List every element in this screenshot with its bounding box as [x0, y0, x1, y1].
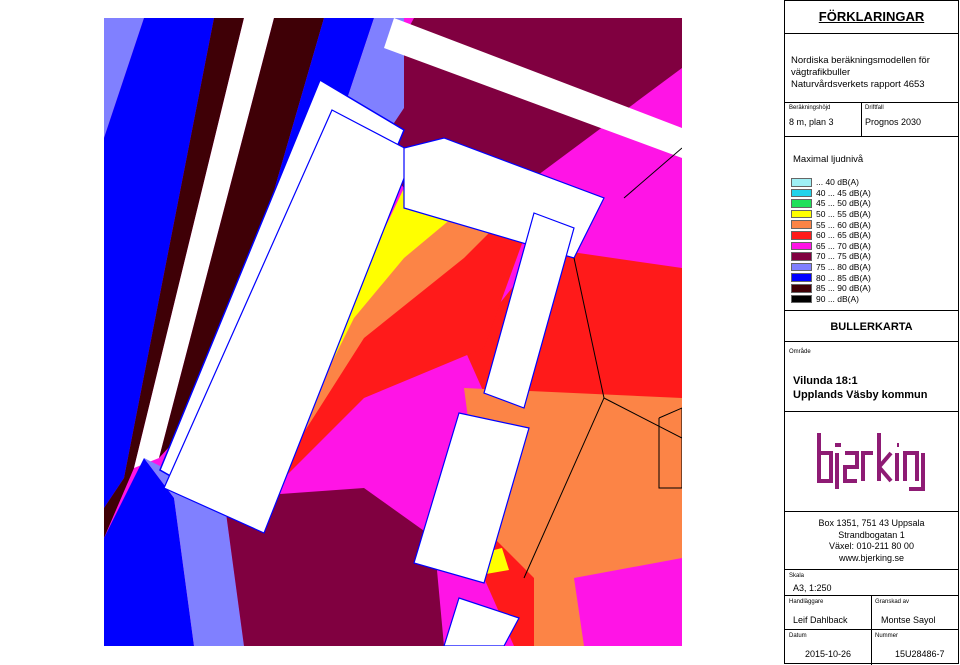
legend-panel: FÖRKLARINGAR Nordiska beräkningsmodellen…: [784, 0, 959, 665]
legend-swatch: [791, 178, 812, 187]
address-line: Växel: 010-211 80 00: [829, 541, 914, 551]
legend-swatch: [791, 294, 812, 304]
legend-swatch: [791, 283, 812, 293]
legend-label: 55 ... 60 dB(A): [816, 219, 871, 230]
model-line: Nordiska beräkningsmodellen för: [791, 55, 930, 66]
number-label: Nummer: [875, 633, 899, 639]
address-line: Box 1351, 751 43 Uppsala: [818, 518, 925, 528]
date-label: Datum: [789, 633, 807, 639]
legend-item: 65 ... 70 dB(A): [791, 241, 871, 252]
legend-label: 80 ... 85 dB(A): [816, 272, 871, 283]
legend-swatch: [791, 199, 812, 208]
handler-label: Handläggare: [789, 599, 824, 605]
area-line: Vilunda 18:1: [793, 375, 858, 387]
address-line: Strandbogatan 1: [838, 529, 905, 540]
company-address: Box 1351, 751 43 Uppsala Strandbogatan 1…: [785, 518, 958, 564]
legend-item: 90 ... dB(A): [791, 294, 871, 305]
scale-value: A3, 1:250: [793, 583, 832, 593]
legend-swatch: [791, 273, 812, 282]
divider: [785, 310, 958, 311]
divider: [785, 629, 958, 630]
legend-label: 65 ... 70 dB(A): [816, 240, 871, 251]
legend-label: ... 40 dB(A): [816, 177, 859, 188]
legend-label: 85 ... 90 dB(A): [816, 283, 871, 294]
calc-height-label: Beräkningshöjd: [789, 105, 831, 111]
scale-label: Skala: [789, 573, 805, 579]
divider: [861, 102, 862, 136]
map-title: BULLERKARTA: [830, 321, 913, 333]
reviewer-value: Montse Sayol: [881, 615, 936, 625]
model-line: Naturvårdsverkets rapport 4653: [791, 79, 925, 90]
legend-label: 75 ... 80 dB(A): [816, 262, 871, 273]
legend-label: 40 ... 45 dB(A): [816, 187, 871, 198]
legend-swatch: [791, 241, 812, 251]
scenario-label: Driftfall: [865, 105, 884, 111]
divider: [785, 341, 958, 342]
legend-swatch: [791, 220, 812, 229]
divider: [785, 33, 958, 34]
legend-label: 60 ... 65 dB(A): [816, 230, 871, 241]
legend-label: 70 ... 75 dB(A): [816, 251, 871, 262]
legend-title: Maximal ljudnivå: [793, 154, 864, 165]
date-value: 2015-10-26: [805, 649, 852, 659]
legend-label: 90 ... dB(A): [816, 293, 859, 304]
logo-graphic: [817, 433, 925, 491]
area-label: Område: [789, 349, 811, 355]
legend-swatch: [791, 262, 812, 272]
legend-list: ... 40 dB(A) 40 ... 45 dB(A) 45 ... 50 dB(…: [791, 177, 871, 304]
divider: [785, 411, 958, 412]
legend-item: 40 ... 45 dB(A): [791, 188, 871, 199]
area-value: Vilunda 18:1 Upplands Väsby kommun: [793, 374, 927, 402]
legend-item: 60 ... 65 dB(A): [791, 230, 871, 241]
legend-item: 55 ... 60 dB(A): [791, 219, 871, 230]
area-line: Upplands Väsby kommun: [793, 389, 928, 401]
legend-label: 50 ... 55 dB(A): [816, 209, 871, 220]
legend-item: 45 ... 50 dB(A): [791, 198, 871, 209]
legend-item: 80 ... 85 dB(A): [791, 272, 871, 283]
legend-swatch: [791, 209, 812, 219]
divider: [785, 102, 958, 103]
divider: [871, 595, 872, 665]
legend-item: 50 ... 55 dB(A): [791, 209, 871, 220]
divider: [785, 569, 958, 570]
company-logo: bjerking: [815, 431, 927, 498]
reviewer-label: Granskad av: [875, 599, 910, 605]
legend-swatch: [791, 252, 812, 261]
divider: [785, 136, 958, 137]
scenario-value: Prognos 2030: [865, 117, 922, 127]
panel-title: FÖRKLARINGAR: [818, 9, 925, 24]
calc-height-value: 8 m, plan 3: [789, 117, 834, 127]
model-line: vägtrafikbuller: [791, 67, 851, 78]
legend-item: 70 ... 75 dB(A): [791, 251, 871, 262]
legend-item: 85 ... 90 dB(A): [791, 283, 871, 294]
legend-item: 75 ... 80 dB(A): [791, 262, 871, 273]
number-value: 15U28486-7: [895, 649, 945, 659]
noise-map-canvas: [104, 18, 682, 646]
legend-swatch: [791, 188, 812, 198]
noise-map: [104, 18, 682, 646]
address-line: www.bjerking.se: [838, 552, 905, 563]
calculation-model: Nordiska beräkningsmodellen för vägtrafi…: [791, 55, 930, 91]
legend-item: ... 40 dB(A): [791, 177, 871, 188]
handler-value: Leif Dahlback: [793, 615, 848, 625]
legend-swatch: [791, 230, 812, 240]
divider: [785, 511, 958, 512]
legend-label: 45 ... 50 dB(A): [816, 198, 871, 209]
